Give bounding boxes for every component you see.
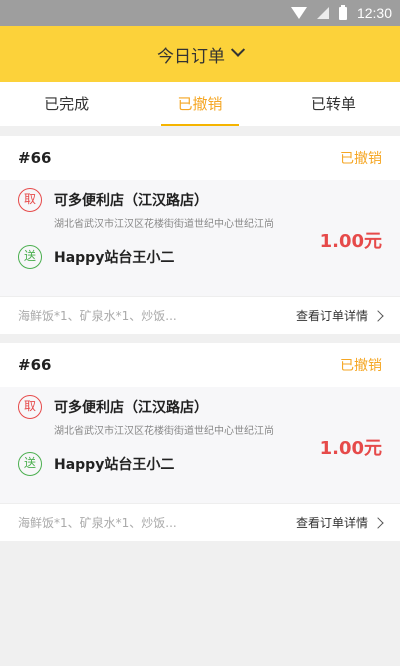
order-items: 海鲜饭*1、矿泉水*1、炒饭... [18, 309, 177, 323]
chevron-right-icon [372, 516, 384, 529]
view-details-link[interactable]: 查看订单详情 [295, 514, 384, 531]
shop-name: 可多便利店（江汉路店） [54, 400, 208, 416]
tab-completed[interactable]: 已完成 [0, 82, 133, 126]
order-price: 1.00元 [319, 231, 382, 252]
order-items: 海鲜饭*1、矿泉水*1、炒饭... [18, 516, 177, 530]
tab-cancelled[interactable]: 已撤销 [133, 82, 266, 126]
chevron-right-icon [372, 309, 384, 322]
order-price: 1.00元 [319, 438, 382, 459]
order-card[interactable]: #66 已撤销 取 可多便利店（江汉路店） 湖北省武汉市江汉区花楼街街道世纪中心… [0, 136, 400, 334]
status-icons: 12:30 [290, 0, 392, 26]
order-card[interactable]: #66 已撤销 取 可多便利店（江汉路店） 湖北省武汉市江汉区花楼街街道世纪中心… [0, 343, 400, 541]
status-bar: 12:30 [0, 0, 400, 26]
chevron-down-icon [230, 42, 246, 57]
shop-address: 湖北省武汉市江汉区花楼街街道世纪中心世纪江尚 [54, 426, 274, 437]
receiver-name: Happy站台王小二 [54, 250, 175, 266]
pickup-icon: 取 [18, 395, 42, 419]
view-details-link[interactable]: 查看订单详情 [295, 307, 384, 324]
wifi-icon [290, 7, 307, 19]
signal-icon [316, 7, 329, 19]
status-time: 12:30 [356, 5, 392, 21]
pickup-icon: 取 [18, 188, 42, 212]
order-number: #66 [18, 356, 52, 374]
tab-transferred[interactable]: 已转单 [267, 82, 400, 126]
status-badge: 已撤销 [340, 151, 382, 167]
page-title: 今日订单 [157, 46, 225, 67]
delivery-icon: 送 [18, 245, 42, 269]
receiver-name: Happy站台王小二 [54, 457, 175, 473]
order-tabs: 已完成 已撤销 已转单 [0, 82, 400, 126]
view-details-label: 查看订单详情 [295, 309, 368, 323]
shop-address: 湖北省武汉市江汉区花楼街街道世纪中心世纪江尚 [54, 219, 274, 230]
date-filter-dropdown[interactable]: 今日订单 [0, 26, 400, 82]
order-number: #66 [18, 149, 52, 167]
battery-icon [338, 4, 347, 20]
view-details-label: 查看订单详情 [295, 516, 368, 530]
delivery-icon: 送 [18, 452, 42, 476]
shop-name: 可多便利店（江汉路店） [54, 193, 208, 209]
status-badge: 已撤销 [340, 358, 382, 374]
